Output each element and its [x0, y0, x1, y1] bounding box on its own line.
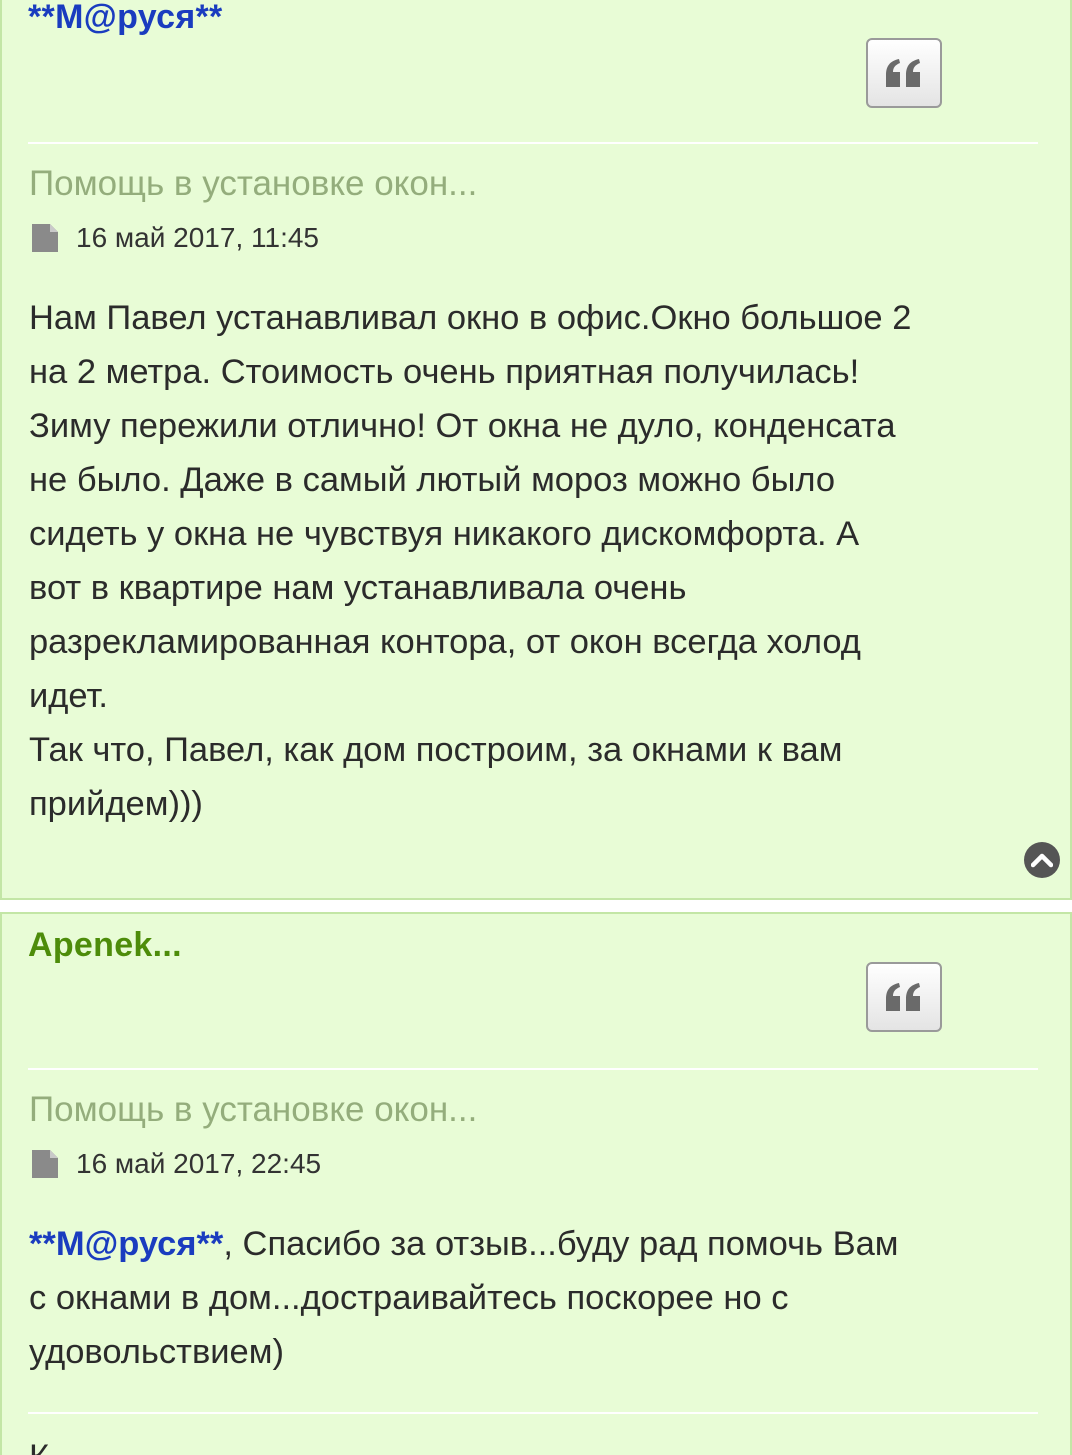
divider [28, 1068, 1038, 1070]
content-line: на 2 метра. Стоимость очень приятная пол… [29, 353, 860, 391]
content-line: прийдем))) [29, 785, 203, 823]
content-line: не было. Даже в самый лютый мороз можно … [29, 461, 836, 499]
post-date: 16 май 2017, 22:45 [76, 1148, 322, 1179]
topic-title-link[interactable]: Помощь в установке окон... [29, 1090, 477, 1130]
content-line: Так что, Павел, как дом построим, за окн… [29, 731, 843, 769]
cut-off-text: К [29, 1438, 49, 1455]
post-author[interactable]: **M@руся** [28, 0, 223, 37]
divider [28, 142, 1038, 144]
divider [28, 1412, 1038, 1414]
content-line: идет. [29, 677, 109, 715]
content-line: удовольствием) [29, 1333, 284, 1371]
quote-icon [886, 59, 920, 87]
content-line: с окнами в дом...достраивайтесь поскорее… [29, 1279, 789, 1317]
content-line: вот в квартире нам устанавливала очень [29, 569, 687, 607]
file-icon [32, 224, 58, 252]
file-icon [32, 1150, 58, 1178]
chevron-up-icon [1031, 853, 1053, 868]
post-content: Нам Павел устанавливал окно в офис.Окно … [29, 291, 1049, 831]
post-meta: 16 май 2017, 11:45 [30, 222, 319, 254]
quote-button[interactable] [866, 962, 942, 1032]
post-content: **M@руся**, Спасибо за отзыв...буду рад … [29, 1217, 1049, 1379]
post-date: 16 май 2017, 11:45 [76, 222, 320, 253]
content-line: Зиму пережили отлично! От окна не дуло, … [29, 407, 896, 445]
post: Apenek... Помощь в установке окон... 16 … [0, 912, 1072, 1455]
quote-icon [886, 983, 920, 1011]
content-line: разрекламированная контора, от окон всег… [29, 623, 861, 661]
content-line: Нам Павел устанавливал окно в офис.Окно … [29, 299, 912, 337]
quote-button[interactable] [866, 38, 942, 108]
post-author[interactable]: Apenek... [28, 926, 182, 965]
back-to-top-button[interactable] [1024, 842, 1060, 878]
content-line: **M@руся**, Спасибо за отзыв...буду рад … [29, 1217, 1049, 1271]
post: **M@руся** Помощь в установке окон... 16… [0, 0, 1072, 900]
mention-link[interactable]: **M@руся** [29, 1225, 223, 1263]
topic-title-link[interactable]: Помощь в установке окон... [29, 164, 477, 204]
post-meta: 16 май 2017, 22:45 [30, 1148, 321, 1180]
content-text: , Спасибо за отзыв...буду рад помочь Вам [223, 1225, 899, 1263]
content-line: сидеть у окна не чувствуя никакого диско… [29, 515, 860, 553]
